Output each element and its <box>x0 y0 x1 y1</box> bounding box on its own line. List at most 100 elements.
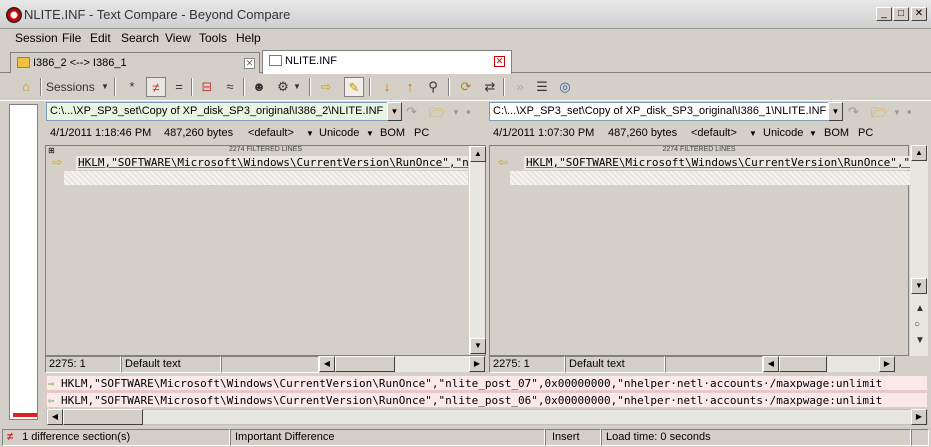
left-encoding-select[interactable]: Unicode <box>319 127 359 139</box>
left-bom-toggle[interactable]: BOM <box>380 127 405 139</box>
compare-line-right[interactable]: ⇦ HKLM,"SOFTWARE\Microsoft\Windows\Curre… <box>46 392 928 408</box>
tab-close-icon[interactable]: ✕ <box>494 56 505 67</box>
right-text-pane[interactable]: 2274 FILTERED LINES ⇦ HKLM,"SOFTWARE\Mic… <box>489 145 914 356</box>
menu-edit[interactable]: Edit <box>90 31 111 45</box>
chevron-down-icon: ▼ <box>101 82 109 91</box>
scroll-up-icon[interactable]: ▲ <box>470 146 486 162</box>
chevron-down-icon[interactable]: ▼ <box>452 108 460 117</box>
menu-session[interactable]: Session <box>15 31 58 45</box>
scroll-thumb[interactable] <box>335 356 395 372</box>
scroll-left-icon[interactable]: ◀ <box>319 356 335 372</box>
scroll-left-icon[interactable]: ◀ <box>763 356 779 372</box>
right-reload-icon[interactable]: ↷ <box>848 104 859 120</box>
chevron-down-icon[interactable]: ▼ <box>893 108 901 117</box>
left-path-dropdown-button[interactable]: ▼ <box>387 102 402 121</box>
compare-line-left[interactable]: ⇨ HKLM,"SOFTWARE\Microsoft\Windows\Curre… <box>46 375 928 391</box>
right-path-input[interactable]: C:\...\XP_SP3_set\Copy of XP_disk_SP3_or… <box>489 102 829 121</box>
edit-icon[interactable]: ✎ <box>344 77 364 97</box>
current-section-icon[interactable]: ○ <box>914 319 920 330</box>
chevron-down-icon[interactable]: ▼ <box>292 77 302 97</box>
diffs-icon[interactable]: ≠ <box>146 77 166 97</box>
toolbar-separator <box>448 78 450 96</box>
close-button[interactable]: ✕ <box>911 7 927 21</box>
left-file-size: 487,260 bytes <box>164 127 234 139</box>
tab-close-icon[interactable]: ✕ <box>244 58 255 69</box>
scroll-up-icon[interactable]: ▲ <box>911 145 927 161</box>
left-line-end-select[interactable]: PC <box>414 127 429 139</box>
scroll-left-icon[interactable]: ◀ <box>47 409 63 425</box>
compare-horizontal-scrollbar[interactable]: ◀ ▶ <box>46 409 928 425</box>
left-reload-icon[interactable]: ↷ <box>406 104 417 120</box>
right-format-select[interactable]: <default> <box>691 127 737 139</box>
swap-sides-icon[interactable]: ⇄ <box>480 77 500 97</box>
all-icon[interactable]: * <box>122 77 142 97</box>
rules-icon[interactable]: ☻ <box>249 77 269 97</box>
same-icon[interactable]: = <box>169 77 189 97</box>
left-format-select[interactable]: <default> <box>248 127 294 139</box>
diff-overview-gutter[interactable] <box>9 104 38 420</box>
maximize-button[interactable]: □ <box>893 7 909 21</box>
chevron-down-icon: ▼ <box>749 129 757 138</box>
toolbar-separator <box>243 78 245 96</box>
minimize-button[interactable]: _ <box>876 7 892 21</box>
diff-count-text: 1 difference section(s) <box>22 431 131 443</box>
insert-mode-status: Insert <box>545 429 601 446</box>
prev-diff-icon[interactable]: ↑ <box>400 77 420 97</box>
left-text-pane[interactable]: 2274 FILTERED LINES ⊞ ⇨ HKLM,"SOFTWARE\M… <box>45 145 486 356</box>
scroll-right-icon[interactable]: ▶ <box>469 356 485 372</box>
next-section-icon[interactable]: ▼ <box>915 335 925 346</box>
web-icon[interactable]: ◎ <box>555 77 575 97</box>
compare-line-right-text: HKLM,"SOFTWARE\Microsoft\Windows\Current… <box>61 394 883 407</box>
find-icon[interactable]: ⚲ <box>423 77 443 97</box>
right-vertical-scrollbar[interactable]: ▲ ▼ ▲ ○ ▼ <box>910 145 928 356</box>
toolbar-separator <box>40 78 42 96</box>
right-line-end-select[interactable]: PC <box>858 127 873 139</box>
expand-icon[interactable]: ⊞ <box>48 146 55 155</box>
left-path-input[interactable]: C:\...\XP_SP3_set\Copy of XP_disk_SP3_or… <box>46 102 388 121</box>
next-diff-icon[interactable]: ↓ <box>377 77 397 97</box>
scroll-down-icon[interactable]: ▼ <box>470 338 486 354</box>
expand-icon[interactable]: » <box>510 77 530 97</box>
right-path-dropdown-button[interactable]: ▼ <box>828 102 843 121</box>
left-save-icon[interactable]: ▪ <box>466 104 471 119</box>
size-grip[interactable] <box>911 429 929 446</box>
context-icon[interactable]: ⊟ <box>197 77 217 97</box>
menu-view[interactable]: View <box>165 31 191 45</box>
diff-arrow-icon: ⇨ <box>52 155 63 169</box>
scroll-right-icon[interactable]: ▶ <box>879 356 895 372</box>
toolbar-separator <box>503 78 505 96</box>
toolbar: ⌂ Sessions ▼ * ≠ = ⊟ ≈ ☻ ⚙ ▼ ⇨ ✎ ↓ ↑ ⚲ ⟳… <box>0 74 931 101</box>
left-vertical-scrollbar[interactable]: ▲ ▼ <box>469 146 486 354</box>
sessions-label: Sessions <box>46 80 95 94</box>
menu-help[interactable]: Help <box>236 31 261 45</box>
right-open-folder-icon[interactable]: 🗁 <box>871 104 887 126</box>
scroll-right-icon[interactable]: ▶ <box>911 409 927 425</box>
scroll-thumb[interactable] <box>779 356 827 372</box>
prev-section-icon[interactable]: ▲ <box>915 303 925 314</box>
reload-icon[interactable]: ⟳ <box>456 77 476 97</box>
outline-icon[interactable]: ☰ <box>532 77 552 97</box>
right-save-icon[interactable]: ▪ <box>907 104 912 119</box>
home-icon[interactable]: ⌂ <box>16 77 36 97</box>
menu-file[interactable]: File <box>62 31 81 45</box>
tab-label: I386_2 <--> I386_1 <box>33 57 127 69</box>
left-open-folder-icon[interactable]: 🗁 <box>429 104 445 126</box>
toolbar-separator <box>309 78 311 96</box>
right-horizontal-scrollbar[interactable]: ◀ ▶ <box>763 356 895 372</box>
toolbar-separator <box>369 78 371 96</box>
sessions-button[interactable]: Sessions ▼ <box>46 77 110 97</box>
chevron-down-icon: ▼ <box>809 129 817 138</box>
scroll-down-icon[interactable]: ▼ <box>911 278 927 294</box>
format-icon[interactable]: ⚙ <box>273 77 293 97</box>
minor-icon[interactable]: ≈ <box>220 77 240 97</box>
right-encoding-select[interactable]: Unicode <box>763 127 803 139</box>
diff-overview-marker[interactable] <box>13 413 37 417</box>
left-horizontal-scrollbar[interactable]: ◀ ▶ <box>319 356 485 372</box>
tab-folder-compare[interactable]: I386_2 <--> I386_1 ✕ <box>10 52 260 73</box>
menu-tools[interactable]: Tools <box>199 31 227 45</box>
menu-search[interactable]: Search <box>121 31 159 45</box>
tab-text-compare[interactable]: NLITE.INF ✕ <box>262 50 512 74</box>
swap-icon[interactable]: ⇨ <box>316 77 336 97</box>
right-bom-toggle[interactable]: BOM <box>824 127 849 139</box>
scroll-thumb[interactable] <box>63 409 143 425</box>
